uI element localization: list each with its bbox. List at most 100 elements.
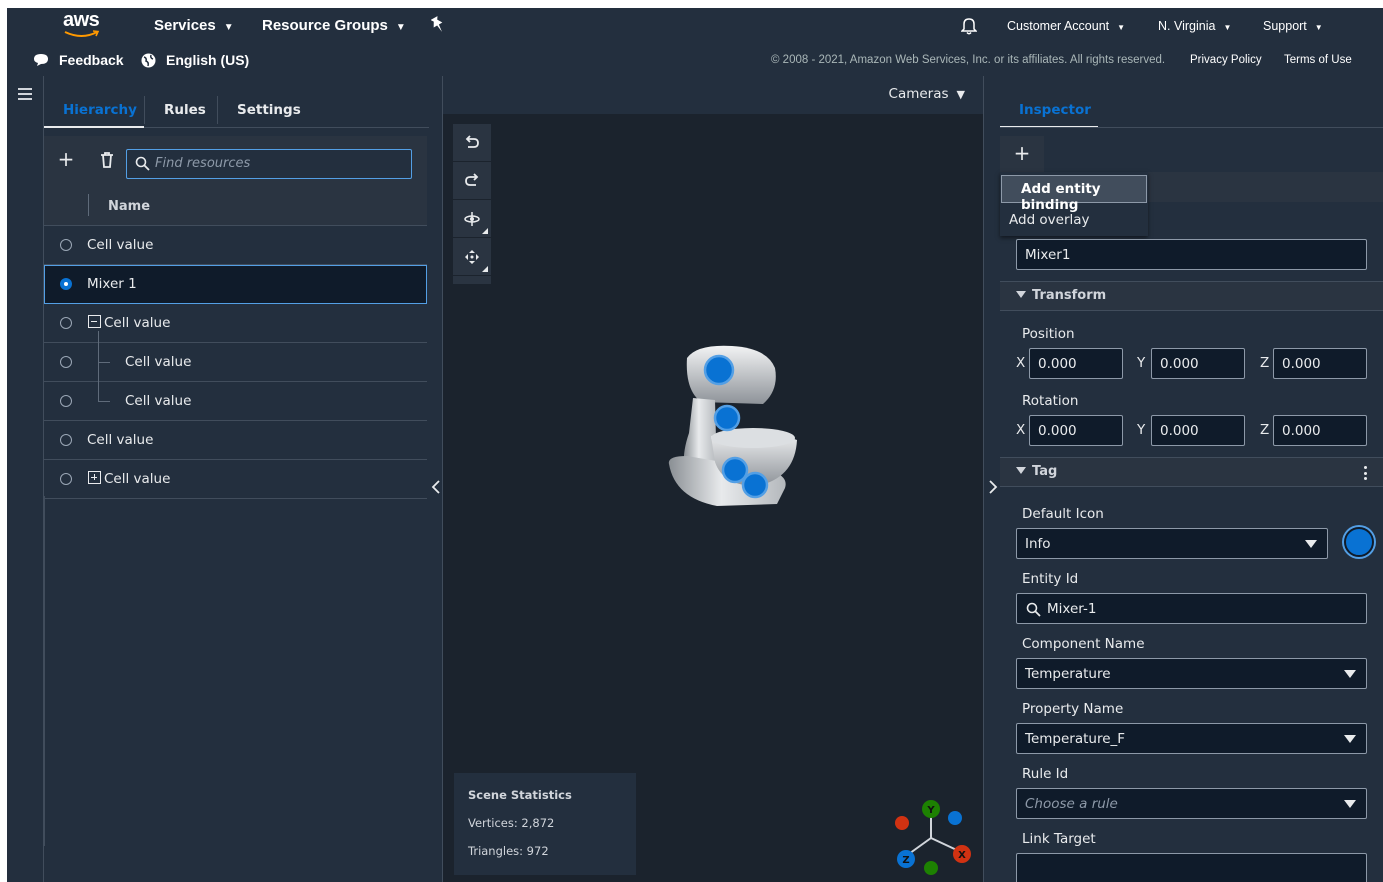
rotation-x-input[interactable]: 0.000 <box>1029 415 1123 446</box>
terms-of-use-link[interactable]: Terms of Use <box>1284 54 1352 66</box>
viewport-header: Cameras ▼ <box>443 76 983 114</box>
tag-section-header[interactable]: Tag <box>1000 457 1383 487</box>
chevron-down-icon: ▼ <box>1223 23 1232 32</box>
axis-neg-x-icon[interactable] <box>895 816 909 830</box>
table-row[interactable]: Cell value <box>44 343 427 382</box>
more-options-icon[interactable] <box>1364 466 1367 483</box>
pin-icon[interactable] <box>430 16 445 39</box>
row-radio[interactable] <box>60 317 72 329</box>
language-selector[interactable]: English (US) <box>166 52 249 68</box>
privacy-policy-link[interactable]: Privacy Policy <box>1190 54 1262 66</box>
tab-hierarchy[interactable]: Hierarchy <box>63 102 137 118</box>
tag-marker-icon[interactable] <box>703 354 735 386</box>
row-radio[interactable] <box>60 356 72 368</box>
services-menu[interactable]: Services ▼ <box>154 17 234 34</box>
undo-button[interactable] <box>453 124 491 162</box>
tag-marker-icon[interactable] <box>713 404 741 432</box>
component-name-value: Temperature <box>1025 666 1111 682</box>
tag-title: Tag <box>1016 464 1057 479</box>
add-component-button[interactable]: + <box>1000 136 1044 172</box>
property-name-value: Temperature_F <box>1025 731 1126 747</box>
axis-neg-z-icon[interactable] <box>948 811 962 825</box>
tag-marker-icon[interactable] <box>741 471 769 499</box>
position-y-input[interactable]: 0.000 <box>1151 348 1245 379</box>
tab-rules[interactable]: Rules <box>164 102 206 118</box>
rule-id-select[interactable]: Choose a rule <box>1016 788 1367 819</box>
row-radio[interactable] <box>60 239 72 251</box>
menu-item-add-entity-binding[interactable]: Add entity binding <box>1001 175 1147 213</box>
caret-down-icon <box>1344 735 1356 743</box>
scene-viewport[interactable]: Cameras ▼ Scene Statistics Vertices: 2,8… <box>443 76 983 882</box>
default-icon-select[interactable]: Info <box>1016 528 1328 559</box>
menu-item-add-overlay[interactable]: Add overlay <box>1009 212 1090 228</box>
axis-gizmo[interactable]: Y X Z <box>888 796 978 876</box>
mixer-3d-model[interactable] <box>657 338 817 518</box>
chevron-down-icon: ▼ <box>223 22 234 33</box>
entity-id-search[interactable]: Mixer-1 <box>1016 593 1367 624</box>
support-menu[interactable]: Support ▼ <box>1263 19 1323 33</box>
chevron-down-icon: ▼ <box>1117 23 1126 32</box>
rotation-y-input[interactable]: 0.000 <box>1151 415 1245 446</box>
table-row[interactable]: Cell value <box>44 226 427 265</box>
search-input[interactable] <box>155 156 405 171</box>
row-radio[interactable] <box>60 434 72 446</box>
resource-groups-menu[interactable]: Resource Groups ▼ <box>262 17 406 34</box>
position-x-input[interactable]: 0.000 <box>1029 348 1123 379</box>
feedback-link[interactable]: Feedback <box>59 52 124 68</box>
tag-marker-icon[interactable] <box>721 456 749 484</box>
stats-triangles: Triangles: 972 <box>468 844 549 858</box>
hamburger-menu-icon[interactable] <box>18 88 32 103</box>
account-menu[interactable]: Customer Account ▼ <box>1007 19 1125 33</box>
resource-search[interactable] <box>126 149 412 179</box>
active-tab-indicator <box>44 126 144 128</box>
rotation-z-input[interactable]: 0.000 <box>1273 415 1367 446</box>
icon-color-preview-icon[interactable] <box>1344 527 1374 557</box>
submenu-indicator <box>482 266 488 272</box>
table-row[interactable]: Cell value <box>44 460 427 499</box>
cameras-dropdown[interactable]: Cameras ▼ <box>889 86 965 102</box>
row-radio-selected[interactable] <box>60 278 72 290</box>
services-label: Services <box>154 17 216 34</box>
redo-button[interactable] <box>453 162 491 200</box>
collapse-left-panel[interactable] <box>429 76 443 882</box>
tab-inspector[interactable]: Inspector <box>1019 102 1091 118</box>
add-icon[interactable]: + <box>55 148 77 172</box>
transform-section-header[interactable]: Transform <box>1000 281 1383 311</box>
column-name-header[interactable]: Name <box>108 199 150 214</box>
panel-border <box>44 496 45 846</box>
rule-id-label: Rule Id <box>1022 766 1069 782</box>
table-row[interactable]: Cell value <box>44 304 427 343</box>
table-row-selected[interactable]: Mixer 1 <box>44 265 427 304</box>
bell-icon[interactable] <box>960 17 978 40</box>
table-row[interactable]: Cell value <box>44 382 427 421</box>
region-menu[interactable]: N. Virginia ▼ <box>1158 19 1231 33</box>
entity-id-value: Mixer-1 <box>1047 601 1097 617</box>
position-z-input[interactable]: 0.000 <box>1273 348 1367 379</box>
expand-icon[interactable] <box>88 471 101 484</box>
position-x-label: X <box>1016 355 1026 371</box>
name-field[interactable]: Mixer1 <box>1016 239 1367 270</box>
axis-neg-y-icon[interactable] <box>924 861 938 875</box>
move-tool-button[interactable] <box>453 238 491 276</box>
collapse-right-panel[interactable] <box>983 76 1000 882</box>
table-row[interactable]: Cell value <box>44 421 427 460</box>
entity-id-label: Entity Id <box>1022 571 1079 587</box>
axis-x-label: X <box>958 850 966 861</box>
row-radio[interactable] <box>60 395 72 407</box>
row-radio[interactable] <box>60 473 72 485</box>
aws-logo[interactable]: aws <box>63 10 105 40</box>
chevron-left-icon <box>431 480 440 494</box>
link-target-input[interactable] <box>1016 853 1367 882</box>
orbit-tool-button[interactable] <box>453 200 491 238</box>
axis-y-label: Y <box>926 805 935 816</box>
feedback-icon <box>33 53 49 72</box>
search-icon <box>135 156 150 171</box>
collapse-icon[interactable] <box>88 315 101 328</box>
property-name-select[interactable]: Temperature_F <box>1016 723 1367 754</box>
rule-id-placeholder: Choose a rule <box>1025 796 1118 812</box>
trash-icon[interactable] <box>96 148 118 172</box>
property-name-label: Property Name <box>1022 701 1124 717</box>
tab-settings[interactable]: Settings <box>237 102 301 118</box>
top-navigation: aws Services ▼ Resource Groups ▼ Customer … <box>7 8 1383 44</box>
component-name-select[interactable]: Temperature <box>1016 658 1367 689</box>
